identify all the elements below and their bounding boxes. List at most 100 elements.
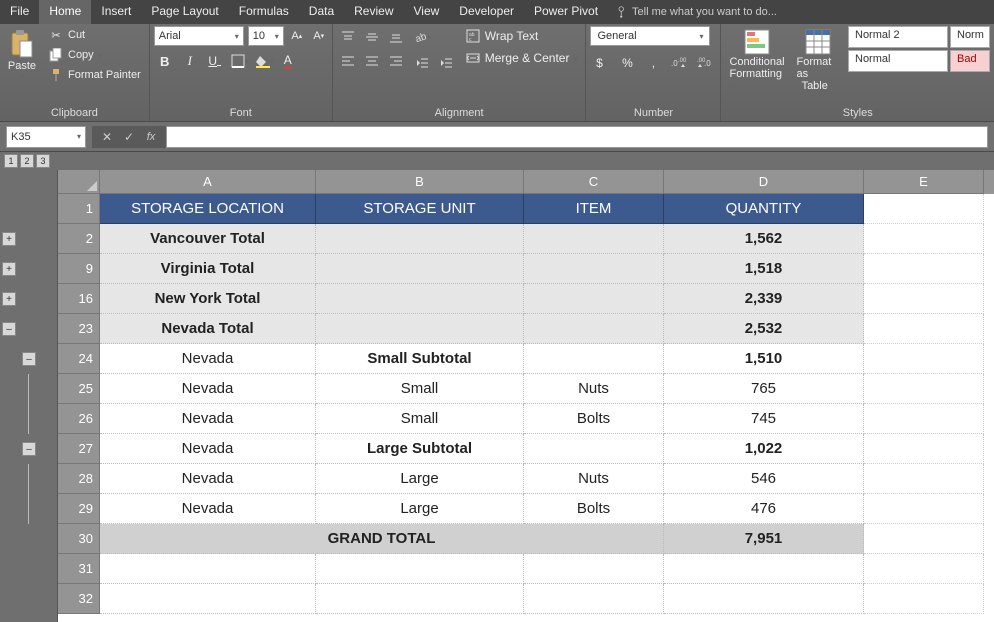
- tab-formulas[interactable]: Formulas: [229, 0, 299, 24]
- row-header[interactable]: 2: [58, 224, 100, 254]
- cell[interactable]: [524, 314, 664, 344]
- cell[interactable]: [864, 344, 984, 374]
- row-header[interactable]: 23: [58, 314, 100, 344]
- increase-decimal-button[interactable]: .0.00: [668, 52, 690, 74]
- cancel-formula-button[interactable]: ✕: [98, 128, 116, 146]
- cell[interactable]: Nevada: [100, 374, 316, 404]
- cell[interactable]: [864, 254, 984, 284]
- cell[interactable]: [864, 434, 984, 464]
- outline-collapse-button[interactable]: –: [22, 352, 36, 366]
- cell[interactable]: 1,518: [664, 254, 864, 284]
- tab-power-pivot[interactable]: Power Pivot: [524, 0, 608, 24]
- cell[interactable]: 476: [664, 494, 864, 524]
- tab-file[interactable]: File: [0, 0, 39, 24]
- style-normal2[interactable]: Normal 2: [848, 26, 948, 48]
- decrease-decimal-button[interactable]: .00.0: [694, 52, 716, 74]
- cell[interactable]: Small: [316, 374, 524, 404]
- underline-button[interactable]: U▾: [204, 50, 226, 72]
- cell[interactable]: 1,510: [664, 344, 864, 374]
- outline-level-3[interactable]: 3: [36, 154, 50, 168]
- name-box[interactable]: K35 ▾: [6, 126, 86, 148]
- outline-expand-button[interactable]: +: [2, 292, 16, 306]
- cell[interactable]: [864, 374, 984, 404]
- cell[interactable]: Small: [316, 404, 524, 434]
- cell[interactable]: [316, 314, 524, 344]
- cell[interactable]: [664, 554, 864, 584]
- tab-view[interactable]: View: [404, 0, 450, 24]
- cell[interactable]: Nuts: [524, 464, 664, 494]
- cell[interactable]: [864, 464, 984, 494]
- cell[interactable]: STORAGE UNIT: [316, 194, 524, 224]
- col-header-c[interactable]: C: [524, 170, 664, 194]
- comma-button[interactable]: ,: [642, 52, 664, 74]
- row-header[interactable]: 24: [58, 344, 100, 374]
- border-button[interactable]: ▾: [229, 50, 251, 72]
- cell[interactable]: 2,339: [664, 284, 864, 314]
- cell[interactable]: [524, 554, 664, 584]
- cell[interactable]: QUANTITY: [664, 194, 864, 224]
- cell[interactable]: 546: [664, 464, 864, 494]
- align-left-button[interactable]: [337, 50, 359, 72]
- cell[interactable]: 7,951: [664, 524, 864, 554]
- cell[interactable]: [524, 434, 664, 464]
- cell[interactable]: Nevada: [100, 404, 316, 434]
- cell[interactable]: [864, 524, 984, 554]
- tab-data[interactable]: Data: [299, 0, 344, 24]
- outline-collapse-button[interactable]: –: [22, 442, 36, 456]
- cell[interactable]: [864, 314, 984, 344]
- orientation-button[interactable]: ab▾: [411, 26, 433, 48]
- wrap-text-button[interactable]: abc Wrap Text: [461, 26, 582, 46]
- align-bottom-button[interactable]: [385, 26, 407, 48]
- cell[interactable]: Large: [316, 464, 524, 494]
- style-normal[interactable]: Normal: [848, 50, 948, 72]
- format-as-table-button[interactable]: Format as Table ▾: [793, 26, 844, 94]
- cell[interactable]: Large Subtotal: [316, 434, 524, 464]
- tab-developer[interactable]: Developer: [449, 0, 524, 24]
- paste-button[interactable]: Paste ▾: [4, 26, 40, 83]
- decrease-font-button[interactable]: A▾: [310, 27, 328, 45]
- tab-insert[interactable]: Insert: [91, 0, 141, 24]
- accept-formula-button[interactable]: ✓: [120, 128, 138, 146]
- cell[interactable]: [524, 584, 664, 614]
- row-header[interactable]: 30: [58, 524, 100, 554]
- cell[interactable]: [864, 194, 984, 224]
- copy-button[interactable]: Copy ▾: [44, 46, 145, 64]
- conditional-formatting-button[interactable]: Conditional Formatting ▾: [725, 26, 788, 94]
- tab-page-layout[interactable]: Page Layout: [141, 0, 228, 24]
- fill-color-button[interactable]: ▾: [254, 50, 276, 72]
- cell[interactable]: Bolts: [524, 494, 664, 524]
- cell[interactable]: [316, 254, 524, 284]
- outline-expand-button[interactable]: +: [2, 232, 16, 246]
- row-header[interactable]: 27: [58, 434, 100, 464]
- font-size-select[interactable]: 10 ▾: [248, 26, 284, 46]
- cell[interactable]: [316, 224, 524, 254]
- currency-button[interactable]: $▾: [590, 52, 612, 74]
- percent-button[interactable]: %: [616, 52, 638, 74]
- cell[interactable]: GRAND TOTAL: [100, 524, 664, 554]
- align-center-button[interactable]: [361, 50, 383, 72]
- grid[interactable]: A B C D E 1STORAGE LOCATIONSTORAGE UNITI…: [58, 170, 994, 622]
- row-header[interactable]: 29: [58, 494, 100, 524]
- cell[interactable]: Large: [316, 494, 524, 524]
- align-middle-button[interactable]: [361, 26, 383, 48]
- cell[interactable]: [524, 254, 664, 284]
- row-header[interactable]: 31: [58, 554, 100, 584]
- cell[interactable]: [100, 554, 316, 584]
- italic-button[interactable]: I: [179, 50, 201, 72]
- style-norm-cut[interactable]: Norm: [950, 26, 990, 48]
- cell[interactable]: New York Total: [100, 284, 316, 314]
- bold-button[interactable]: B: [154, 50, 176, 72]
- cell[interactable]: [524, 344, 664, 374]
- cell[interactable]: Nuts: [524, 374, 664, 404]
- cell[interactable]: [864, 584, 984, 614]
- col-header-a[interactable]: A: [100, 170, 316, 194]
- outline-level-2[interactable]: 2: [20, 154, 34, 168]
- row-header[interactable]: 32: [58, 584, 100, 614]
- cell[interactable]: Virginia Total: [100, 254, 316, 284]
- cell[interactable]: ITEM: [524, 194, 664, 224]
- row-header[interactable]: 26: [58, 404, 100, 434]
- decrease-indent-button[interactable]: [411, 52, 433, 74]
- col-header-e[interactable]: E: [864, 170, 984, 194]
- outline-collapse-button[interactable]: –: [2, 322, 16, 336]
- cell[interactable]: [864, 284, 984, 314]
